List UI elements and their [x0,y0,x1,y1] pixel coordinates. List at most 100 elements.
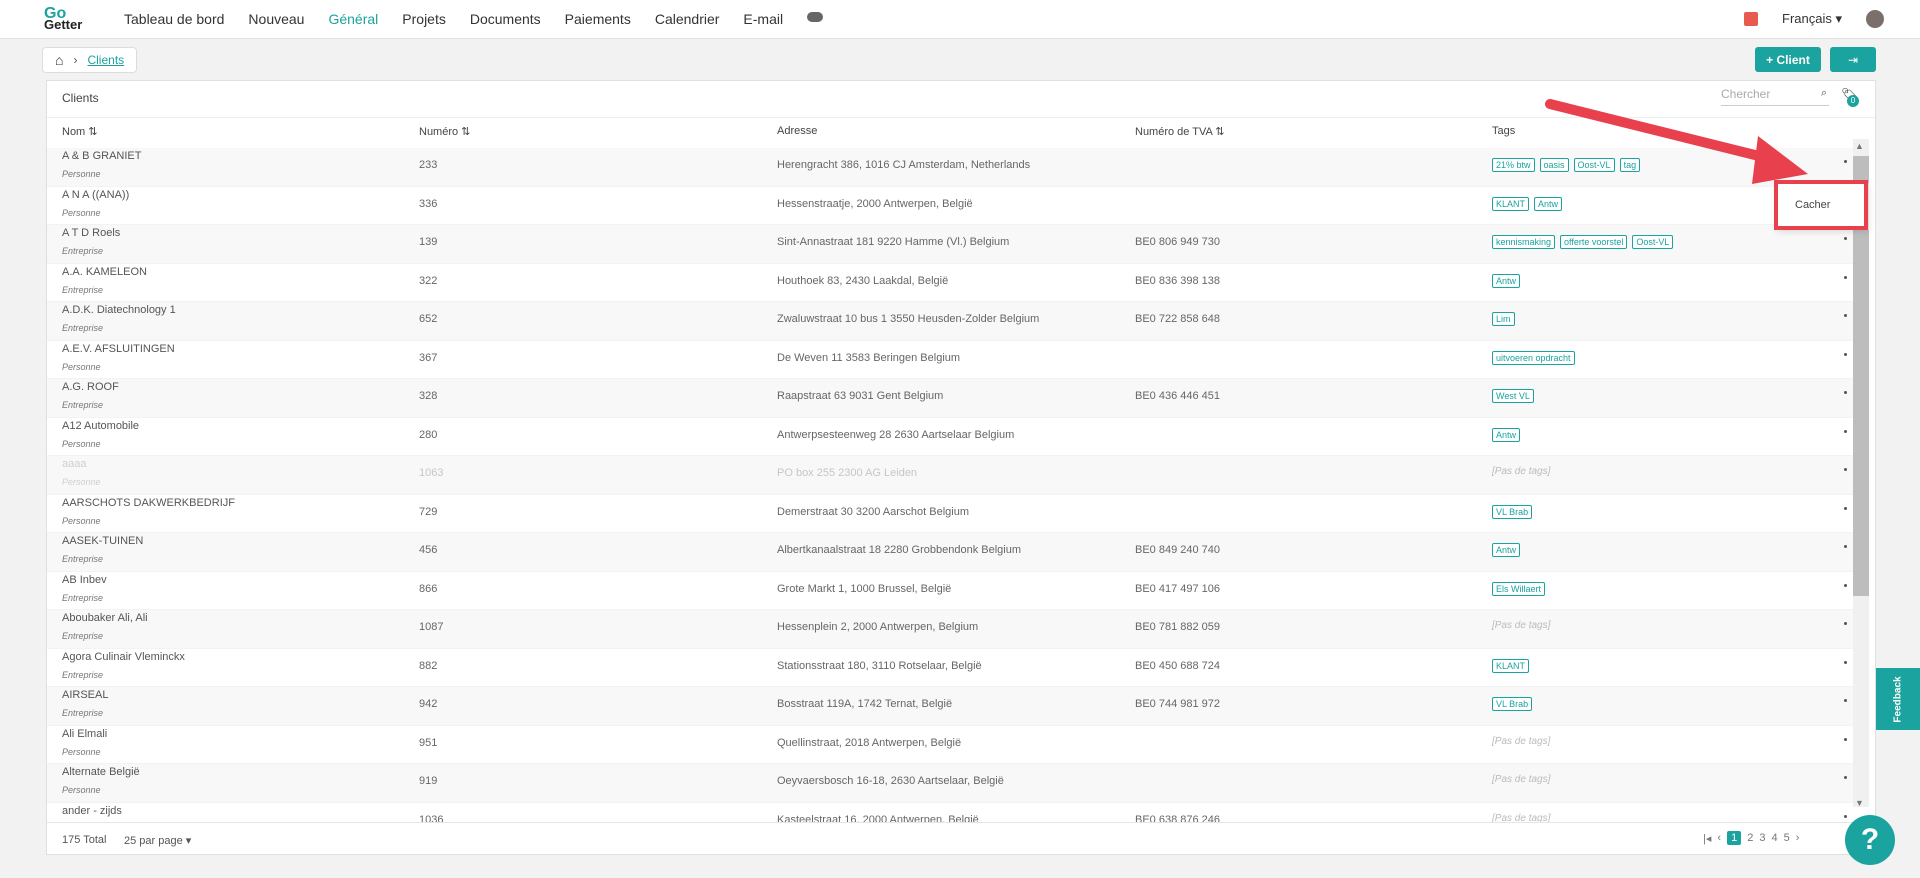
table-row[interactable]: A.G. ROOF Entreprise 328 Raapstraat 63 9031… [47,379,1853,418]
row-menu-icon[interactable] [1844,237,1847,240]
table-row[interactable]: A.A. KAMELEON Entreprise 322 Houthoek 83, 2… [47,264,1853,302]
tag-chip[interactable]: uitvoeren opdracht [1492,350,1575,365]
nav-item-7[interactable]: E-mail [743,11,783,27]
tag-chip[interactable]: 21% btw [1492,158,1535,172]
table-row[interactable]: AARSCHOTS DAKWERKBEDRIJF Personne 729 Demer… [47,495,1853,533]
row-menu-icon[interactable] [1844,583,1847,587]
client-type: Entreprise [62,323,104,333]
tag-chip[interactable]: Antw [1492,543,1521,557]
client-tags: Els Willaert [1492,581,1546,596]
table-row[interactable]: A.D.K. Diatechnology 1 Entreprise 652 Zwalu… [47,302,1853,341]
row-menu-icon[interactable] [1844,429,1847,433]
page-4[interactable]: 4 [1771,832,1777,844]
nav-item-2[interactable]: Général [328,11,378,27]
page-1[interactable]: 1 [1727,831,1742,845]
nav-item-6[interactable]: Calendrier [655,11,720,27]
nav-item-1[interactable]: Nouveau [248,11,304,27]
client-number: 729 [419,505,438,518]
col-vat-header[interactable]: Numéro de TVA ⇅ [1135,125,1225,138]
add-client-button[interactable]: + Client [1755,47,1821,72]
table-row[interactable]: A12 Automobile Personne 280 Antwerpsesteenw… [47,418,1853,456]
table-footer: 175 Total 25 par page ▾ |◂ ‹ 1 2 3 4 5 › [47,822,1875,855]
scroll-up-icon[interactable]: ▲ [1855,141,1864,151]
tag-chip[interactable]: Antw [1492,273,1521,288]
tag-chip[interactable]: Antw [1534,196,1563,211]
tag-chip[interactable]: Oost-VL [1632,235,1674,249]
row-menu-icon[interactable] [1844,314,1847,317]
client-address: Hessenstraatje, 2000 Antwerpen, België [777,197,973,210]
table-row[interactable]: A.E.V. AFSLUITINGEN Personne 367 De Weven 1… [47,341,1853,379]
table-row[interactable]: AIRSEAL Entreprise 942 Bosstraat 119A, 1742… [47,687,1853,726]
table-row[interactable]: Ali Elmali Personne 951 Quellinstraat, 2018… [47,726,1853,764]
tag-chip[interactable]: Els Willaert [1492,581,1546,596]
row-menu-icon[interactable] [1844,814,1847,818]
breadcrumb-separator: › [73,53,78,67]
row-menu-icon[interactable] [1844,699,1847,702]
row-menu-icon[interactable] [1844,275,1847,279]
table-row[interactable]: ander - zijdsEntreprise1036Kasteelstraat… [47,803,1853,822]
client-vat: BE0 781 882 059 [1135,621,1221,633]
col-number-header[interactable]: Numéro ⇅ [419,125,470,138]
col-name-header[interactable]: Nom ⇅ [62,125,98,138]
prev-page-icon[interactable]: ‹ [1717,832,1721,844]
table-row[interactable]: Agora Culinair Vleminckx Entreprise 882 Sta… [47,649,1853,687]
tag-chip[interactable]: Antw [1492,427,1521,442]
row-menu-icon[interactable] [1844,737,1847,741]
tag-chip[interactable]: KLANT [1492,658,1530,673]
nav-item-0[interactable]: Tableau de bord [124,11,224,27]
first-page-icon[interactable]: |◂ [1703,832,1711,845]
breadcrumb-clients-link[interactable]: Clients [87,53,124,67]
no-tags-label: [Pas de tags] [1492,735,1551,747]
page-5[interactable]: 5 [1784,832,1790,844]
export-button[interactable]: ⇥ [1830,47,1876,72]
nav-item-4[interactable]: Documents [470,11,541,27]
page-2[interactable]: 2 [1747,832,1753,844]
gift-icon[interactable] [1744,12,1758,26]
table-row[interactable]: aaaa Personne 1063 PO box 255 2300 AG Leide… [47,456,1853,495]
next-page-icon[interactable]: › [1796,832,1800,844]
table-row[interactable]: Alternate België Personne 919 Oeyvaersbosch… [47,764,1853,803]
scroll-down-icon[interactable]: ▼ [1855,798,1864,808]
cloud-icon[interactable] [807,12,824,22]
client-vat: BE0 744 981 972 [1135,698,1221,710]
per-page-select[interactable]: 25 par page ▾ [124,834,191,847]
tag-chip[interactable]: offerte voorstel [1560,235,1628,249]
row-menu-icon[interactable] [1844,352,1847,356]
home-icon[interactable]: ⌂ [55,52,63,68]
row-menu-icon[interactable] [1844,622,1847,625]
client-type: Entreprise [62,284,104,295]
row-menu-icon[interactable] [1844,776,1847,779]
row-menu-icon[interactable] [1844,468,1847,471]
client-type: Personne [62,169,101,179]
language-selector[interactable]: Français ▾ [1782,11,1842,27]
client-type: Entreprise [62,708,104,718]
tag-chip[interactable]: Lim [1492,312,1515,326]
nav-item-3[interactable]: Projets [402,11,446,27]
feedback-tab[interactable]: Feedback [1876,668,1920,730]
row-menu-icon[interactable] [1844,506,1847,510]
client-address: PO box 255 2300 AG Leiden [777,467,918,479]
help-button[interactable]: ? [1845,815,1895,865]
row-menu-icon[interactable] [1844,391,1847,394]
user-avatar[interactable] [1866,10,1884,28]
client-address: Grote Markt 1, 1000 Brussel, België [777,582,952,595]
tag-chip[interactable]: kennismaking [1492,235,1556,249]
page-3[interactable]: 3 [1759,832,1765,844]
no-tags-label: [Pas de tags] [1492,620,1551,631]
row-menu-icon[interactable] [1844,160,1847,163]
tag-chip[interactable]: West VL [1492,389,1534,403]
table-row[interactable]: AASEK-TUINEN Entreprise 456 Albertkanaalstr… [47,533,1853,572]
row-menu-icon[interactable] [1844,545,1847,548]
client-vat: BE0 836 398 138 [1135,274,1221,287]
table-row[interactable]: AB Inbev Entreprise 866 Grote Markt 1, 1000… [47,572,1853,610]
table-row[interactable]: A T D Roels Entreprise 139 Sint-Annastraat … [47,225,1853,264]
app-logo[interactable]: Go Getter [44,6,82,32]
tag-chip[interactable]: KLANT [1492,196,1530,211]
nav-item-5[interactable]: Paiements [565,11,631,27]
tag-chip[interactable]: VL Brab [1492,504,1533,519]
no-tags-label: [Pas de tags] [1492,774,1551,785]
client-vat: BE0 849 240 740 [1135,544,1221,556]
tag-chip[interactable]: VL Brab [1492,697,1533,711]
table-row[interactable]: Aboubaker Ali, Ali Entreprise 1087 Hessenpl… [47,610,1853,649]
row-menu-icon[interactable] [1844,660,1847,664]
